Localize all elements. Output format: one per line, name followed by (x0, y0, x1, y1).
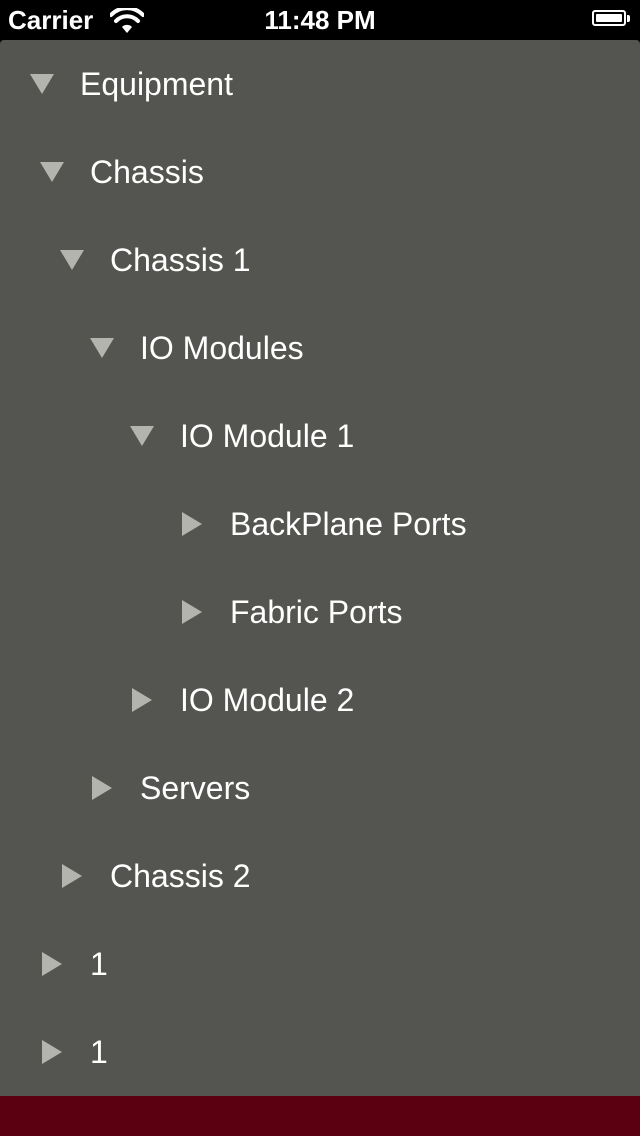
tree-row-label: BackPlane Ports (230, 506, 467, 542)
tree-row[interactable]: Chassis (0, 128, 640, 216)
tree-row-label: Servers (140, 770, 251, 806)
clock-label: 11:48 PM (264, 5, 376, 35)
tree-row[interactable]: BackPlane Ports (0, 480, 640, 568)
footer-bar (0, 1096, 640, 1136)
tree-row[interactable]: Chassis 2 (0, 832, 640, 920)
battery-icon (592, 10, 626, 26)
tree-row-label: Chassis (90, 154, 204, 190)
battery-level-fill (596, 14, 622, 22)
battery-nub (627, 15, 630, 22)
tree-row[interactable]: Chassis 1 (0, 216, 640, 304)
tree-row-label: IO Modules (140, 330, 304, 366)
triangle-down-icon[interactable] (128, 392, 158, 480)
triangle-down-icon[interactable] (88, 304, 118, 392)
tree-row-label: Chassis 2 (110, 858, 251, 894)
tree-row[interactable]: Fabric Ports (0, 568, 640, 656)
tree-row-label: Equipment (80, 66, 233, 102)
triangle-right-icon[interactable] (38, 920, 68, 1008)
triangle-right-icon[interactable] (128, 656, 158, 744)
tree-view[interactable]: Equipment Chassis Chassis 1 IO Modules IO Mo… (0, 40, 640, 1096)
status-bar: Carrier 11:48 PM (0, 0, 640, 40)
triangle-right-icon[interactable] (58, 832, 88, 920)
triangle-right-icon[interactable] (88, 744, 118, 832)
tree-row-label: 1 (90, 946, 108, 982)
triangle-down-icon[interactable] (28, 40, 58, 128)
triangle-right-icon[interactable] (178, 480, 208, 568)
triangle-right-icon[interactable] (38, 1008, 68, 1096)
tree-row-label: 1 (90, 1034, 108, 1070)
tree-row-label: IO Module 1 (180, 418, 355, 454)
triangle-right-icon[interactable] (178, 568, 208, 656)
triangle-down-icon[interactable] (38, 128, 68, 216)
tree-row[interactable]: 1 (0, 1008, 640, 1096)
tree-row-label: IO Module 2 (180, 682, 355, 718)
tree-row-label: Fabric Ports (230, 594, 403, 630)
triangle-down-icon[interactable] (58, 216, 88, 304)
tree-row[interactable]: Servers (0, 744, 640, 832)
tree-row-label: Chassis 1 (110, 242, 251, 278)
tree-row[interactable]: 1 (0, 920, 640, 1008)
tree-row[interactable]: Equipment (0, 40, 640, 128)
tree-row[interactable]: IO Module 1 (0, 392, 640, 480)
tree-row[interactable]: IO Modules (0, 304, 640, 392)
tree-row[interactable]: IO Module 2 (0, 656, 640, 744)
